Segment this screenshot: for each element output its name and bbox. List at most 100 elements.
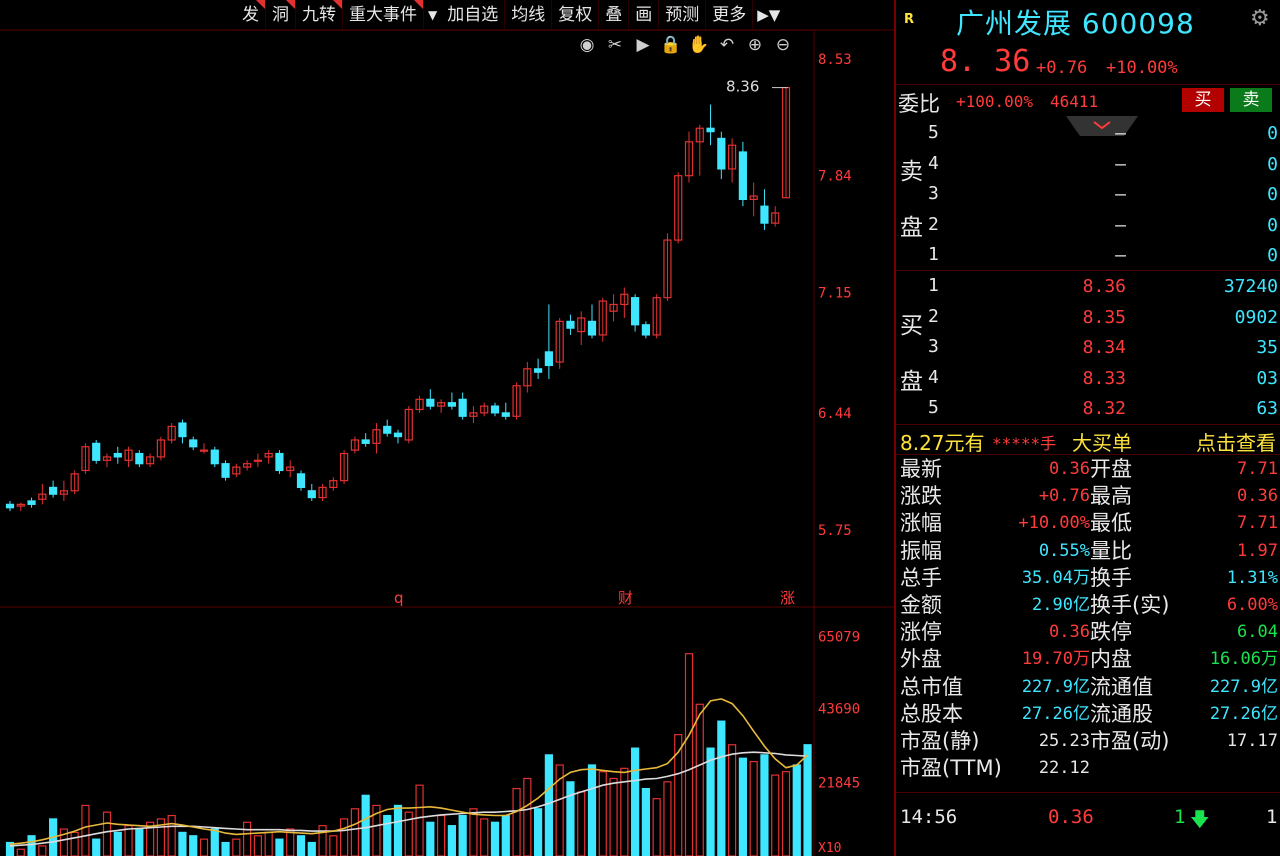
- lock-icon[interactable]: 🔒: [660, 34, 682, 56]
- book-price: –: [1115, 184, 1126, 205]
- candle-body: [275, 452, 284, 472]
- stock-title[interactable]: 广州发展 600098: [956, 2, 1195, 42]
- zoom-out-icon[interactable]: ⊖: [772, 34, 794, 56]
- candle-body: [544, 351, 553, 367]
- book-volume: 0902: [1234, 306, 1278, 328]
- volume-bar: [361, 794, 370, 856]
- price-axis-tick: 7.84: [818, 169, 852, 185]
- candle-body: [760, 205, 769, 224]
- volume-bar: [210, 828, 219, 856]
- stat-item: 涨幅 +10.00%: [900, 510, 1090, 537]
- play-icon[interactable]: ▶: [632, 34, 654, 56]
- candle-body: [566, 320, 575, 329]
- candle-body: [113, 452, 122, 458]
- stat-label: 市盈(TTM): [900, 756, 1002, 781]
- candle-body: [189, 439, 198, 448]
- ask-row[interactable]: 5 – 0: [896, 118, 1280, 148]
- book-volume: 0: [1267, 245, 1278, 266]
- book-level: 3: [928, 336, 939, 357]
- r-badge: R: [904, 12, 915, 27]
- candle-body: [210, 449, 219, 465]
- book-level: 4: [928, 152, 939, 174]
- toolbar-item[interactable]: 洞: [266, 0, 296, 30]
- volume-axis-tick: 65079: [818, 630, 860, 646]
- price-axis-tick: 6.44: [818, 406, 852, 422]
- stat-item: 金额 2.90亿: [900, 592, 1090, 619]
- volume-bar: [189, 835, 198, 856]
- bid-row[interactable]: 2 8.35 0902: [896, 302, 1280, 332]
- candle-body: [199, 449, 209, 452]
- toolbar-item[interactable]: 重大事件: [343, 0, 424, 30]
- view-details-link[interactable]: 点击查看: [1196, 427, 1276, 456]
- stat-value: 22.12: [1038, 758, 1090, 779]
- volume-bar: [469, 808, 478, 856]
- volume-bar: [232, 838, 241, 856]
- toolbar-item[interactable]: 加自选: [441, 0, 506, 30]
- book-price: 8.35: [1082, 306, 1126, 328]
- candle-body: [587, 320, 597, 336]
- candle-body: [5, 503, 15, 509]
- toolbar-item[interactable]: 发: [236, 0, 266, 30]
- ask-row[interactable]: 1 – 0: [896, 240, 1280, 270]
- volume-bar: [652, 798, 661, 856]
- ask-row[interactable]: 4 – 0: [896, 149, 1280, 179]
- candle-body: [92, 442, 101, 461]
- volume-bar: [706, 747, 715, 856]
- stat-label: 金额: [900, 593, 942, 617]
- candle-body: [641, 324, 650, 336]
- event-marker: 涨: [780, 589, 795, 607]
- stat-value: +0.76: [1038, 486, 1090, 507]
- volume-bar: [437, 814, 446, 856]
- book-level: 1: [928, 275, 939, 296]
- stat-label: 总股本: [900, 701, 963, 726]
- buy-side-char-2: 盘: [900, 369, 923, 395]
- scissors-icon[interactable]: ✂: [604, 34, 626, 56]
- tick-time: 14:56: [900, 806, 958, 828]
- kline-chart[interactable]: 8.53 7.84 7.15 6.44 5.75 65079 43690 21845 X10 8.…: [0, 0, 894, 856]
- event-marker: 财: [618, 589, 633, 607]
- stat-item: 换手 1.31%: [1090, 565, 1280, 592]
- zoom-in-icon[interactable]: ⊕: [744, 34, 766, 56]
- toolbar-item[interactable]: 九转: [296, 0, 343, 30]
- volume-bar: [16, 848, 25, 856]
- volume-bar: [340, 818, 349, 856]
- book-level: 2: [928, 305, 939, 327]
- price-axis-tick: 8.53: [818, 52, 852, 68]
- toolbar-item[interactable]: 预测: [659, 0, 707, 30]
- ask-row[interactable]: 3 – 0: [896, 179, 1280, 209]
- stat-value: 7.71: [1237, 513, 1278, 534]
- big-order-banner[interactable]: 8.27元有 *****手 大买单 点击查看: [896, 427, 1280, 456]
- candle-body: [501, 412, 510, 417]
- stat-item: 开盘 7.71: [1090, 456, 1280, 483]
- wb-label: 委比: [898, 92, 940, 116]
- bid-row[interactable]: 3 8.34 35: [896, 332, 1280, 362]
- hand-icon[interactable]: ✋: [688, 34, 710, 56]
- volume-bar: [663, 781, 672, 856]
- gear-icon[interactable]: ⚙: [1250, 6, 1270, 31]
- toolbar-item[interactable]: 更多: [706, 0, 754, 30]
- bid-row[interactable]: 5 8.32 63: [896, 393, 1280, 423]
- toolbar-item[interactable]: 画: [629, 0, 660, 30]
- sell-button[interactable]: 卖: [1230, 88, 1272, 112]
- event-dropdown-icon[interactable]: ▼: [424, 8, 441, 22]
- stat-item: 市盈(静) 25.23: [900, 728, 1090, 755]
- bid-row[interactable]: 1 8.36 37240: [896, 271, 1280, 301]
- toolbar-item[interactable]: 复权: [552, 0, 600, 30]
- bid-row[interactable]: 4 8.33 03: [896, 363, 1280, 393]
- candle-body: [738, 151, 747, 201]
- ask-row[interactable]: 2 – 0: [896, 210, 1280, 240]
- stat-value: 35.04万: [1021, 567, 1090, 588]
- stat-value: 17.17: [1226, 731, 1278, 751]
- toolbar-item[interactable]: 叠: [599, 0, 630, 30]
- eye-icon[interactable]: ◉: [576, 34, 598, 56]
- stat-label: 市盈(静): [900, 729, 980, 753]
- last-price: 8. 36: [940, 44, 1031, 79]
- volume-bar: [329, 835, 338, 856]
- stat-label: 开盘: [1090, 457, 1132, 481]
- toolbar-item[interactable]: 均线: [505, 0, 553, 30]
- stat-label: 跌停: [1090, 620, 1132, 645]
- undo-icon[interactable]: ↶: [716, 34, 738, 56]
- more-menu-icon[interactable]: ▶▼: [753, 6, 784, 24]
- stat-label: 最高: [1090, 484, 1132, 509]
- buy-button[interactable]: 买: [1182, 88, 1224, 112]
